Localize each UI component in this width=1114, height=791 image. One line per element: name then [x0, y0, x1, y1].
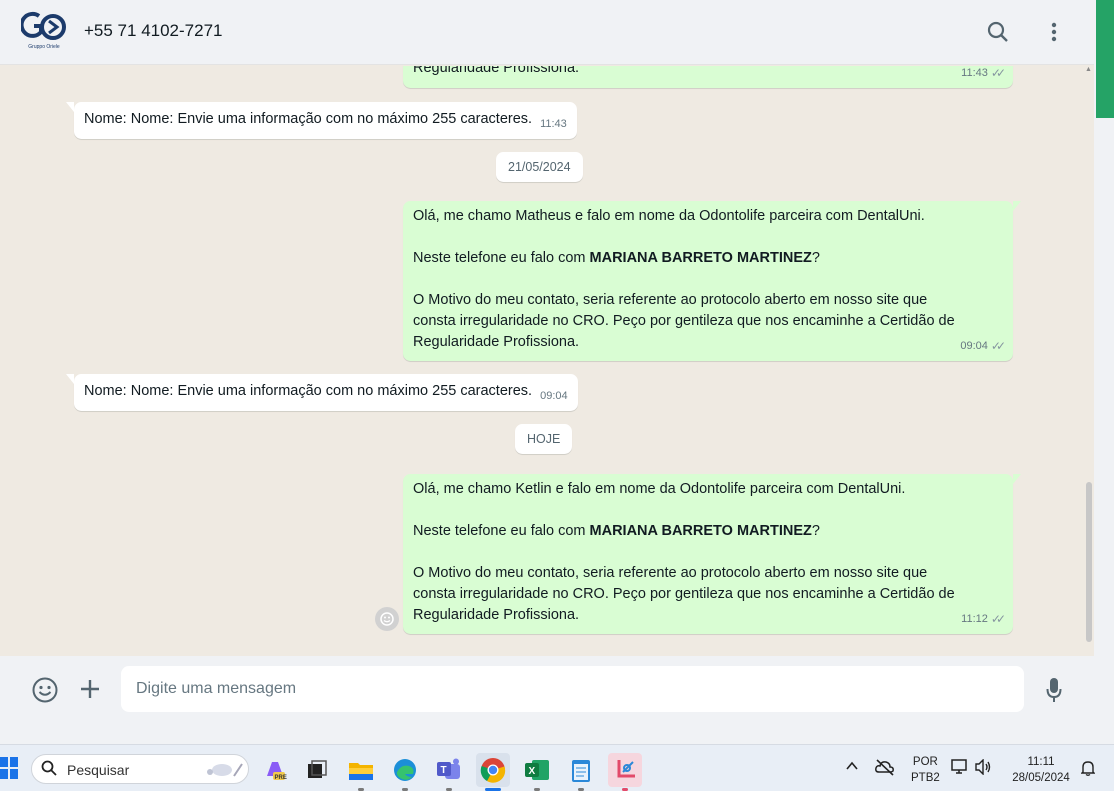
message-time: 09:04: [960, 340, 988, 352]
keyboard-layout: PTB2: [911, 772, 940, 784]
message-incoming[interactable]: Nome: Nome: Envie uma informação com no …: [66, 102, 577, 139]
show-hidden-icons-chevron-icon[interactable]: [845, 759, 859, 776]
message-line: Olá, me chamo Ketlin e falo em nome da O…: [413, 481, 906, 497]
menu-dots-icon[interactable]: [1041, 18, 1067, 46]
svg-text:PRE: PRE: [275, 775, 287, 781]
scrollbar-thumb[interactable]: [1086, 482, 1092, 642]
read-receipt-icon: ✓✓: [990, 339, 1006, 353]
contact-name[interactable]: +55 71 4102-7271: [84, 21, 223, 41]
language-code: POR: [912, 756, 938, 768]
message-meta: 11:43 ✓✓: [961, 66, 1006, 84]
input-language-indicator[interactable]: POR PTB2: [911, 754, 940, 786]
message-line: Neste telefone eu falo com MARIANA BARRE…: [413, 523, 820, 539]
search-icon[interactable]: [985, 18, 1011, 46]
read-receipt-icon: ✓✓: [990, 66, 1006, 80]
search-icon: [41, 760, 57, 781]
message-text: Nome: Nome: Envie uma informação com no …: [84, 383, 533, 399]
whatsapp-window: Gruppo Oriele +55 71 4102-7271 Regularid…: [0, 0, 1094, 722]
volume-icon[interactable]: [975, 758, 993, 778]
contact-avatar[interactable]: Gruppo Oriele: [20, 10, 68, 54]
microphone-icon[interactable]: [1042, 676, 1066, 704]
message-time: 11:43: [540, 118, 567, 130]
taskbar-clock[interactable]: 11:11 28/05/2024: [1005, 754, 1077, 786]
edge-browser-icon[interactable]: [388, 753, 422, 791]
task-view-icon[interactable]: [300, 753, 334, 787]
message-meta: 11:12 ✓✓: [961, 609, 1006, 630]
notification-bell-icon[interactable]: [1080, 760, 1096, 779]
message-body: Olá, me chamo Ketlin e falo em nome da O…: [413, 479, 955, 626]
notepad-app-icon[interactable]: [564, 753, 598, 791]
message-text: Regularidade Profissiona.: [413, 66, 580, 76]
message-meta: 09:04 ✓✓: [960, 336, 1006, 357]
teams-app-icon[interactable]: T: [432, 753, 466, 791]
search-label: Pesquisar: [67, 762, 130, 778]
bubble-tail: [66, 102, 74, 112]
message-input[interactable]: [121, 666, 1024, 712]
copilot-app-icon[interactable]: PRE: [258, 753, 292, 787]
chrome-app-icon[interactable]: [476, 753, 510, 791]
background-window-edge: [1094, 0, 1114, 744]
background-window-accent: [1096, 0, 1114, 118]
search-highlight-icon: [202, 760, 244, 783]
clock-time: 11:11: [1027, 756, 1055, 768]
snipping-tool-icon[interactable]: [608, 753, 642, 791]
chat-scrollbar[interactable]: ▲: [1084, 66, 1094, 656]
chat-header: Gruppo Oriele +55 71 4102-7271: [0, 0, 1094, 65]
message-time: 11:43: [961, 67, 988, 79]
bubble-tail: [1013, 201, 1021, 211]
message-outgoing[interactable]: Regularidade Profissiona. 11:43 ✓✓: [403, 66, 1013, 88]
onedrive-offline-icon[interactable]: [875, 758, 895, 779]
excel-app-icon[interactable]: X: [520, 753, 554, 791]
message-incoming[interactable]: Nome: Nome: Envie uma informação com no …: [66, 374, 578, 411]
bubble-tail: [1013, 474, 1021, 484]
svg-text:T: T: [441, 765, 447, 776]
network-icon[interactable]: [951, 759, 969, 778]
message-outgoing[interactable]: Olá, me chamo Matheus e falo em nome da …: [403, 201, 1021, 361]
message-time: 09:04: [540, 390, 568, 402]
svg-text:X: X: [529, 766, 536, 777]
message-line: O Motivo do meu contato, seria referente…: [413, 292, 955, 350]
date-separator: HOJE: [515, 424, 573, 454]
read-receipt-icon: ✓✓: [990, 612, 1006, 626]
contact-name-bold: MARIANA BARRETO MARTINEZ: [589, 250, 812, 266]
react-emoji-icon[interactable]: [375, 607, 399, 631]
message-line: O Motivo do meu contato, seria referente…: [413, 565, 955, 623]
bubble-tail: [66, 374, 74, 384]
taskbar-search[interactable]: Pesquisar: [31, 754, 249, 784]
message-text: Nome: Nome: Envie uma informação com no …: [84, 111, 533, 127]
attach-plus-icon[interactable]: [78, 677, 102, 701]
message-line: Neste telefone eu falo com MARIANA BARRE…: [413, 250, 820, 266]
avatar-subtitle: Gruppo Oriele: [28, 44, 60, 50]
message-time: 11:12: [961, 613, 988, 625]
message-list[interactable]: Regularidade Profissiona. 11:43 ✓✓ Nome:…: [4, 66, 1094, 656]
date-separator: 21/05/2024: [496, 152, 583, 182]
scroll-up-arrow-icon[interactable]: ▲: [1085, 66, 1092, 73]
message-body: Olá, me chamo Matheus e falo em nome da …: [413, 206, 955, 353]
windows-taskbar: Pesquisar PRE T X POR PTB2 11:11 28/05/2…: [0, 744, 1114, 791]
message-line: Olá, me chamo Matheus e falo em nome da …: [413, 208, 925, 224]
file-explorer-icon[interactable]: [344, 753, 378, 791]
message-outgoing[interactable]: Olá, me chamo Ketlin e falo em nome da O…: [403, 474, 1021, 634]
windows-start-icon[interactable]: [0, 757, 18, 779]
contact-name-bold: MARIANA BARRETO MARTINEZ: [589, 523, 812, 539]
message-composer: [0, 656, 1094, 722]
emoji-icon[interactable]: [31, 676, 59, 704]
clock-date: 28/05/2024: [1012, 772, 1070, 784]
gruppo-oriele-logo: [21, 11, 66, 40]
